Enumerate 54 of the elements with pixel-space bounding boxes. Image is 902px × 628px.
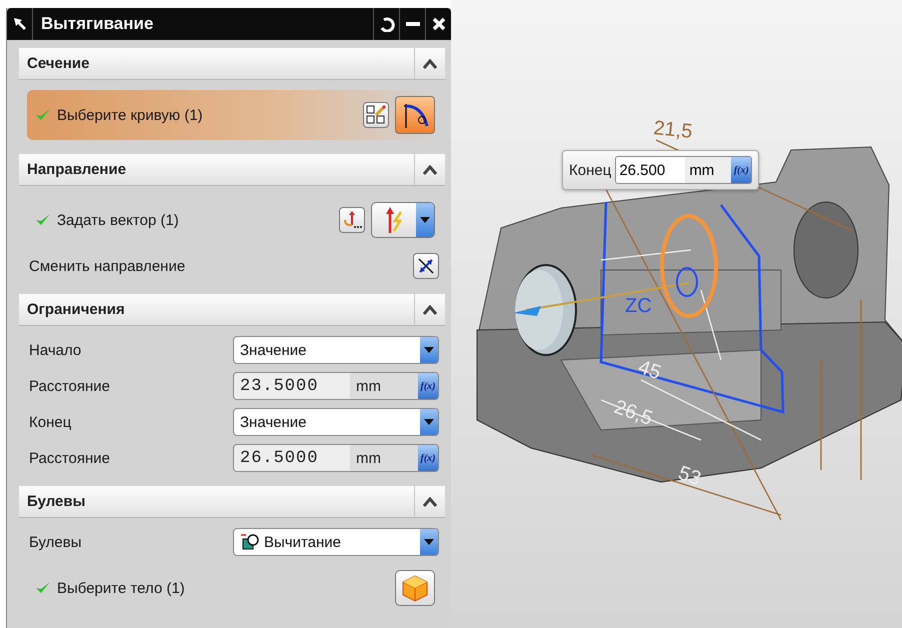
distance-field[interactable]: 23.5000 mm f(x): [233, 372, 439, 400]
vector-dialog-button[interactable]: [339, 207, 365, 233]
selection-row[interactable]: Выберите тело (1): [27, 564, 439, 612]
reverse-direction-button[interactable]: [413, 253, 439, 279]
section-title: Сечение: [26, 55, 90, 72]
field-label: Булевы: [29, 534, 83, 550]
reset-icon: [378, 16, 394, 32]
section-title: Булевы: [26, 493, 86, 510]
selection-label: Задать вектор (1): [57, 212, 180, 228]
field-label: Расстояние: [29, 450, 112, 466]
close-icon: [432, 17, 446, 31]
dropdown-arrow-icon: [423, 346, 435, 354]
dimension-label: 45: [635, 356, 664, 384]
body-button[interactable]: [395, 570, 435, 606]
reverse-arrows-icon: [416, 256, 436, 276]
dropdown-arrow-icon: [419, 216, 431, 224]
selection-row[interactable]: Задать вектор (1): [27, 196, 439, 244]
axis-label: ZC: [625, 295, 652, 317]
chevron-icon: [422, 304, 438, 314]
sketch-icon: [366, 105, 386, 125]
dropdown-arrow-icon: [423, 538, 435, 546]
window-title: Вытягивание: [40, 13, 154, 35]
selection-label: Выберите кривую (1): [57, 106, 204, 124]
minimize-icon: [406, 22, 420, 26]
formula-button[interactable]: f(x): [731, 157, 752, 183]
chevron-icon: [422, 58, 438, 68]
cube-icon: [401, 574, 429, 602]
section-title: Направление: [26, 161, 128, 178]
field-label: Конец: [569, 162, 612, 178]
section-title: Ограничения: [26, 301, 126, 318]
field-label: Расстояние: [29, 378, 112, 394]
selection-label: Выберите тело (1): [57, 580, 186, 596]
option-label: Сменить направление: [29, 258, 186, 274]
dimension-label: 26,5: [611, 396, 656, 430]
vector-type-dropdown[interactable]: [371, 202, 435, 238]
distance-field[interactable]: 26.500 mm f(x): [615, 156, 752, 184]
chevron-icon: [422, 164, 438, 174]
dimension-label: 21,5: [652, 117, 694, 144]
pointer-icon: [12, 17, 26, 31]
sketch-button[interactable]: [363, 102, 389, 128]
distance-field[interactable]: 26.5000 mm f(x): [233, 444, 439, 472]
curve-button[interactable]: [395, 96, 435, 134]
chevron-icon: [422, 496, 438, 506]
field-label: Конец: [29, 414, 72, 430]
dimension-label: 53: [675, 462, 704, 490]
dropdown[interactable]: Вычитание: [233, 528, 439, 556]
dropdown-arrow-icon: [423, 418, 435, 426]
formula-button[interactable]: f(x): [418, 445, 438, 471]
dropdown[interactable]: Значение: [233, 336, 439, 364]
dropdown[interactable]: Значение: [233, 408, 439, 436]
formula-button[interactable]: f(x): [418, 373, 438, 399]
subtract-icon: [240, 533, 260, 551]
vector-icon: [342, 210, 362, 230]
field-label: Начало: [29, 342, 82, 358]
